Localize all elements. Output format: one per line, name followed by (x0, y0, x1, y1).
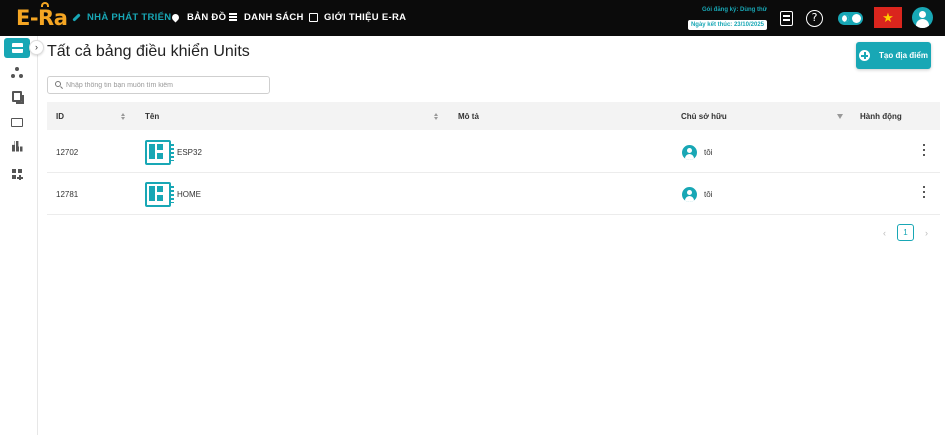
pagination: ‹ 1 › (880, 224, 931, 241)
nav-about[interactable]: GIỚI THIỆU E-RA (309, 12, 406, 23)
share-icon (11, 66, 23, 78)
document-icon[interactable] (780, 11, 793, 26)
list-icon (229, 12, 238, 23)
row-name[interactable]: HOME (177, 190, 201, 199)
more-vertical-icon[interactable] (920, 144, 928, 159)
board-pins (171, 186, 174, 203)
dashboard-icon (11, 43, 23, 53)
row-id: 12781 (56, 190, 79, 199)
plan-label: Gói đăng ký: Dùng thử (701, 7, 767, 13)
row-owner: tôi (704, 190, 713, 199)
filter-icon[interactable] (837, 114, 843, 119)
table-row[interactable]: 12702 ESP32 tôi (47, 131, 940, 173)
search-box (47, 76, 270, 94)
theme-toggle[interactable] (838, 12, 863, 25)
search-icon (55, 81, 61, 87)
board-pins (171, 144, 174, 161)
more-vertical-icon[interactable] (920, 186, 928, 201)
row-id: 12702 (56, 148, 79, 157)
column-header-actions: Hành động (860, 112, 902, 121)
wrench-icon (72, 12, 81, 23)
sidebar-item-reports[interactable] (4, 136, 30, 156)
map-pin-icon (170, 12, 181, 23)
device-icon (11, 117, 23, 127)
nav-map[interactable]: BẢN ĐỒ (170, 12, 226, 23)
board-icon (145, 140, 171, 165)
column-header-id[interactable]: ID (56, 112, 64, 121)
column-header-owner: Chủ sở hữu (681, 112, 727, 121)
chevron-right-icon[interactable]: › (922, 228, 931, 238)
owner-avatar (682, 145, 697, 160)
sidebar-item-devices[interactable] (4, 112, 30, 132)
plan-end-date: Ngày kết thúc: 23/10/2025 (687, 20, 767, 30)
column-header-description: Mô tả (458, 112, 479, 121)
nav-developer[interactable]: NHÀ PHÁT TRIỂN (72, 12, 171, 23)
era-logo[interactable]: E-Ra (16, 2, 68, 30)
help-icon[interactable]: ? (806, 10, 823, 27)
create-location-button[interactable]: Tạo địa điểm (856, 42, 931, 69)
owner-avatar (682, 187, 697, 202)
sidebar (0, 36, 38, 435)
widgets-icon (11, 168, 23, 180)
user-avatar[interactable] (912, 7, 933, 28)
sort-icon[interactable] (434, 113, 439, 120)
chevron-right-icon: › (35, 42, 38, 52)
board-icon (145, 182, 171, 207)
row-name[interactable]: ESP32 (177, 148, 202, 157)
column-header-name[interactable]: Tên (145, 112, 159, 121)
moon-icon (842, 15, 849, 22)
page-title: Tất cả bảng điều khiển Units (47, 43, 250, 60)
table-header: ID Tên Mô tả Chủ sở hữu Hành động (47, 102, 940, 130)
add-circle-icon (859, 50, 871, 61)
row-owner: tôi (704, 148, 713, 157)
toggle-knob (852, 14, 861, 23)
copy-icon (12, 90, 22, 102)
sort-icon[interactable] (121, 113, 126, 120)
nav-list[interactable]: DANH SÁCH (229, 12, 304, 23)
page-number[interactable]: 1 (897, 224, 914, 241)
sidebar-item-copy[interactable] (4, 86, 30, 106)
sidebar-item-widgets[interactable] (4, 164, 30, 184)
sidebar-item-share[interactable] (4, 62, 30, 82)
chart-icon (11, 140, 23, 152)
chevron-left-icon[interactable]: ‹ (880, 228, 889, 238)
subscription-info: Gói đăng ký: Dùng thử Ngày kết thúc: 23/… (682, 7, 767, 31)
sidebar-item-dashboards[interactable] (4, 38, 30, 58)
sidebar-expand-button[interactable]: › (29, 40, 44, 55)
top-navbar: E-Ra NHÀ PHÁT TRIỂN BẢN ĐỒ DANH SÁCH GIỚ… (0, 0, 945, 36)
table-row[interactable]: 12781 HOME tôi (47, 173, 940, 215)
vietnam-flag-icon[interactable]: ★ (874, 7, 902, 28)
search-input[interactable] (66, 81, 261, 89)
info-icon (309, 12, 318, 23)
